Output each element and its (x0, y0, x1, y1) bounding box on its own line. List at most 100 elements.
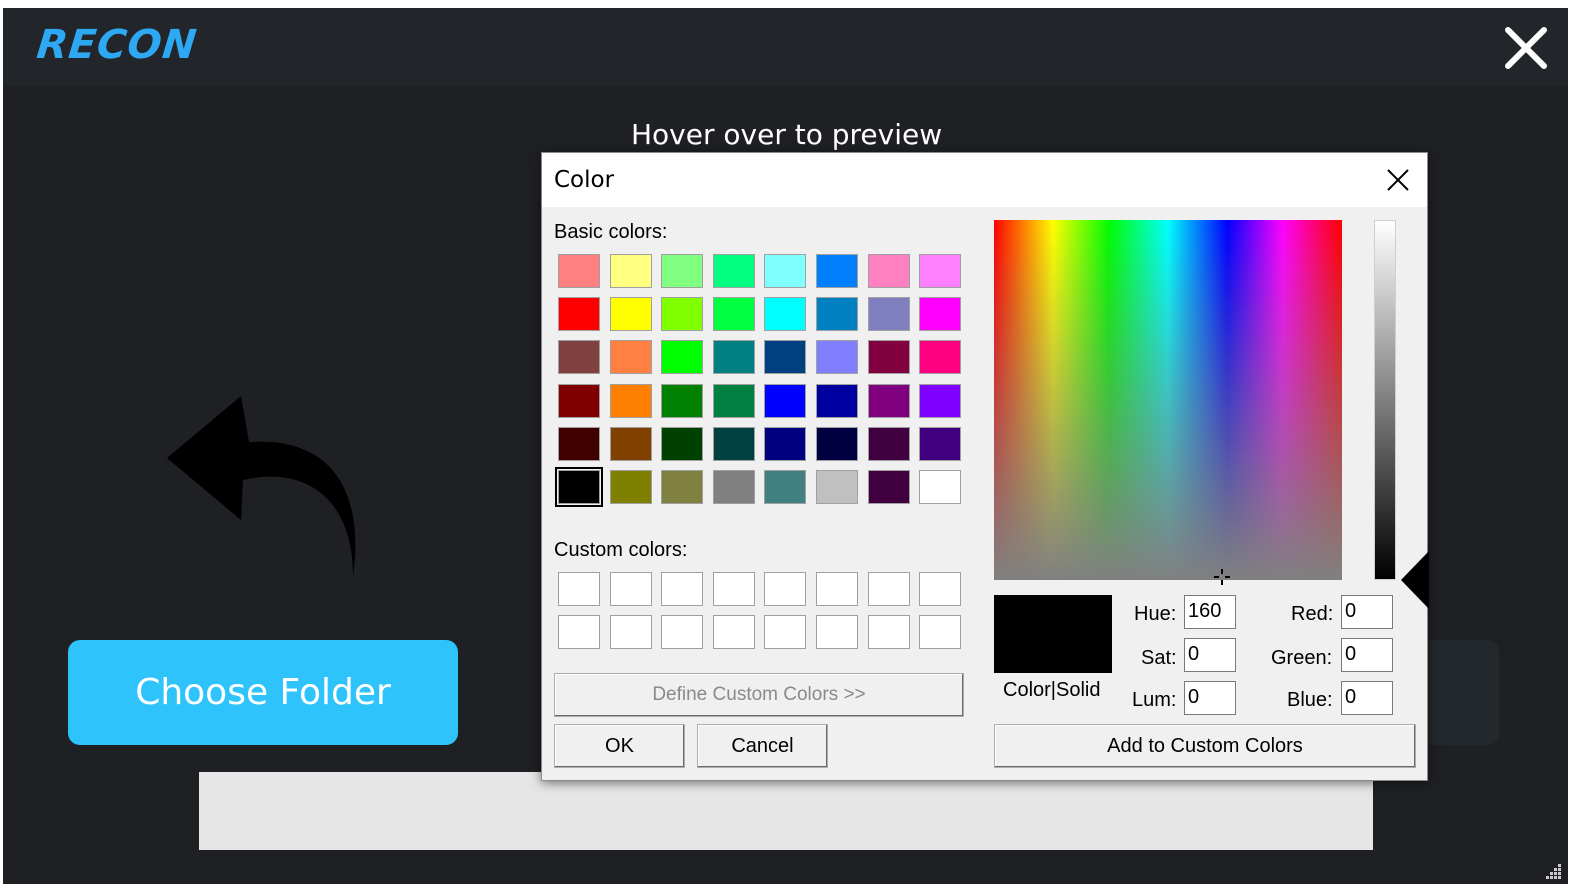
basic-color-swatch[interactable] (764, 470, 807, 504)
basic-color-swatch[interactable] (919, 383, 962, 418)
dialog-close-icon[interactable] (1385, 167, 1411, 193)
basic-color-swatch[interactable] (867, 383, 910, 418)
basic-color-swatch[interactable] (712, 297, 755, 332)
custom-color-swatch[interactable] (609, 572, 652, 606)
basic-color-swatch[interactable] (764, 340, 807, 375)
green-field[interactable]: 0 (1341, 638, 1393, 672)
define-custom-colors-button[interactable]: Define Custom Colors >> (554, 673, 964, 717)
custom-color-swatch[interactable] (919, 615, 962, 649)
green-label: Green: (1271, 647, 1333, 669)
custom-color-swatch[interactable] (816, 572, 858, 606)
basic-color-swatch[interactable] (558, 426, 600, 461)
add-to-custom-colors-button[interactable]: Add to Custom Colors (994, 724, 1416, 768)
basic-color-swatch[interactable] (712, 470, 755, 504)
basic-color-swatch[interactable] (609, 340, 652, 375)
basic-color-swatch[interactable] (919, 470, 962, 504)
basic-color-swatch[interactable] (867, 426, 910, 461)
dialog-titlebar: Color (542, 153, 1427, 207)
basic-color-swatch[interactable] (558, 340, 600, 375)
basic-color-swatch[interactable] (661, 254, 704, 288)
custom-color-swatch[interactable] (712, 572, 755, 606)
color-solid-label: Color|Solid (1003, 679, 1101, 701)
basic-color-swatch[interactable] (609, 426, 652, 461)
basic-color-swatch[interactable] (816, 383, 858, 418)
custom-colors-label: Custom colors: (554, 539, 688, 561)
basic-colors-label: Basic colors: (554, 221, 668, 243)
basic-color-swatch[interactable] (867, 254, 910, 288)
red-label: Red: (1291, 603, 1334, 625)
custom-color-swatch[interactable] (764, 615, 807, 649)
dialog-title: Color (554, 167, 615, 193)
custom-color-swatch[interactable] (609, 615, 652, 649)
basic-color-swatch[interactable] (558, 254, 600, 288)
custom-color-swatch[interactable] (558, 615, 600, 649)
basic-color-swatch[interactable] (712, 254, 755, 288)
basic-color-swatch[interactable] (764, 383, 807, 418)
custom-color-swatch[interactable] (661, 615, 704, 649)
basic-color-swatch[interactable] (919, 297, 962, 332)
basic-color-swatch[interactable] (816, 297, 858, 332)
basic-color-swatch[interactable] (661, 470, 704, 504)
basic-color-swatch[interactable] (661, 383, 704, 418)
basic-color-swatch[interactable] (919, 340, 962, 375)
basic-color-swatch[interactable] (555, 467, 603, 507)
custom-color-swatch[interactable] (867, 572, 910, 606)
path-bar (199, 772, 1373, 850)
custom-color-swatch[interactable] (558, 572, 600, 606)
hover-preview-label: Hover over to preview (631, 118, 943, 151)
app-titlebar: RECON (3, 8, 1568, 86)
hue-label: Hue: (1134, 603, 1177, 625)
close-icon[interactable] (1504, 26, 1548, 70)
custom-color-swatch[interactable] (764, 572, 807, 606)
color-dialog: Color Basic colors: Custom colors: Defin… (541, 152, 1429, 781)
basic-color-swatch[interactable] (661, 297, 704, 332)
basic-color-swatch[interactable] (816, 340, 858, 375)
luminance-arrow-icon[interactable] (1399, 551, 1429, 609)
hue-field[interactable]: 160 (1184, 595, 1236, 629)
basic-color-swatch[interactable] (712, 426, 755, 461)
basic-color-swatch[interactable] (764, 297, 807, 332)
luminance-slider[interactable] (1374, 220, 1396, 580)
back-arrow-icon[interactable] (163, 396, 373, 586)
basic-color-swatch[interactable] (609, 254, 652, 288)
custom-color-swatch[interactable] (816, 615, 858, 649)
basic-color-swatch[interactable] (867, 340, 910, 375)
basic-color-swatch[interactable] (558, 297, 600, 332)
choose-folder-button[interactable]: Choose Folder (68, 640, 458, 745)
color-preview (994, 595, 1112, 673)
custom-color-swatch[interactable] (712, 615, 755, 649)
blue-field[interactable]: 0 (1341, 681, 1393, 715)
cancel-button[interactable]: Cancel (697, 724, 828, 768)
basic-color-swatch[interactable] (816, 254, 858, 288)
red-field[interactable]: 0 (1341, 595, 1393, 629)
basic-color-swatch[interactable] (919, 254, 962, 288)
color-spectrum[interactable] (994, 220, 1342, 580)
basic-color-swatch[interactable] (609, 470, 652, 504)
custom-color-swatch[interactable] (919, 572, 962, 606)
sat-field[interactable]: 0 (1184, 638, 1236, 672)
basic-color-swatch[interactable] (712, 340, 755, 375)
lum-field[interactable]: 0 (1184, 681, 1236, 715)
basic-color-swatch[interactable] (712, 383, 755, 418)
lum-label: Lum: (1132, 689, 1177, 711)
app-logo: RECON (34, 22, 200, 68)
crosshair-icon (1214, 569, 1230, 585)
basic-color-swatch[interactable] (764, 254, 807, 288)
basic-color-swatch[interactable] (558, 383, 600, 418)
basic-color-swatch[interactable] (661, 426, 704, 461)
basic-color-swatch[interactable] (609, 383, 652, 418)
basic-color-swatch[interactable] (919, 426, 962, 461)
sat-label: Sat: (1141, 647, 1177, 669)
custom-color-swatch[interactable] (661, 572, 704, 606)
basic-color-swatch[interactable] (661, 340, 704, 375)
custom-color-swatch[interactable] (867, 615, 910, 649)
basic-color-swatch[interactable] (867, 297, 910, 332)
basic-color-swatch[interactable] (764, 426, 807, 461)
basic-color-swatch[interactable] (816, 470, 858, 504)
ok-button[interactable]: OK (554, 724, 685, 768)
resize-grip-icon[interactable] (1542, 860, 1562, 880)
basic-color-swatch[interactable] (609, 297, 652, 332)
basic-color-swatch[interactable] (816, 426, 858, 461)
basic-color-swatch[interactable] (867, 470, 910, 504)
secondary-button[interactable] (1423, 640, 1499, 745)
